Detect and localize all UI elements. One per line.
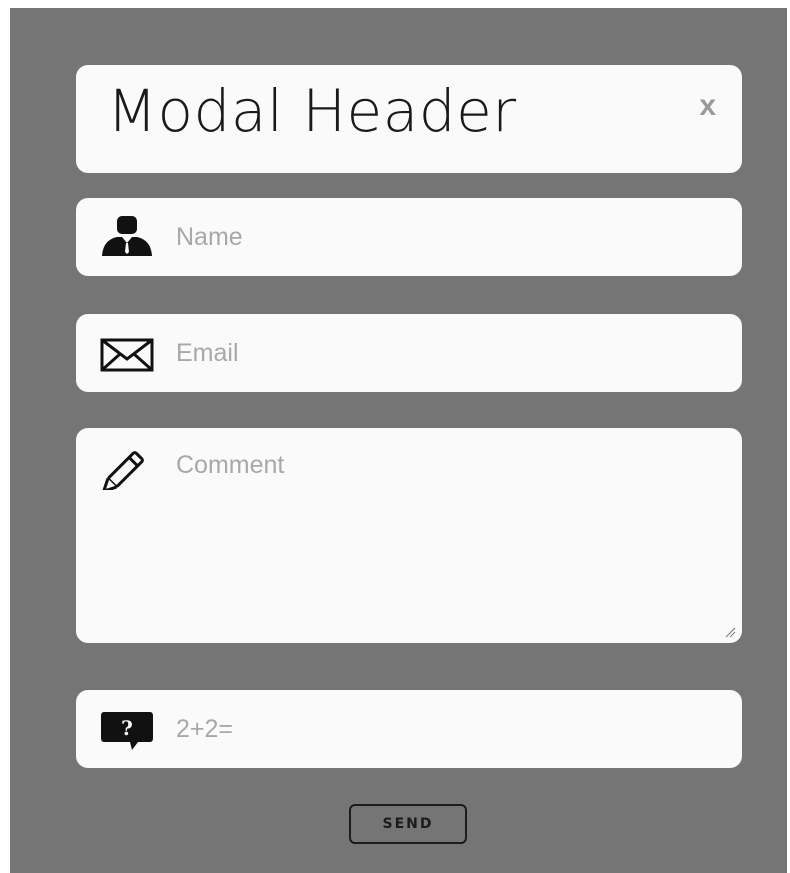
envelope-icon (100, 332, 154, 376)
resize-grip-icon[interactable] (724, 625, 736, 638)
close-button[interactable]: x (699, 91, 716, 121)
svg-text:?: ? (121, 716, 133, 740)
email-field (76, 314, 742, 392)
name-input[interactable] (176, 217, 726, 257)
comment-field (76, 428, 742, 643)
email-input[interactable] (176, 333, 726, 373)
modal: Modal Header x Name Email Comment ? 2+2=… (10, 8, 787, 873)
captcha-input[interactable] (176, 709, 726, 749)
name-field (76, 198, 742, 276)
comment-textarea[interactable] (176, 450, 726, 625)
pencil-icon (100, 446, 154, 493)
modal-header: Modal Header x (76, 65, 742, 173)
modal-title: Modal Header (107, 77, 517, 145)
user-icon (100, 216, 154, 260)
captcha-field: ? (76, 690, 742, 768)
send-button[interactable]: SEND (349, 804, 467, 844)
question-bubble-icon: ? (100, 708, 154, 752)
